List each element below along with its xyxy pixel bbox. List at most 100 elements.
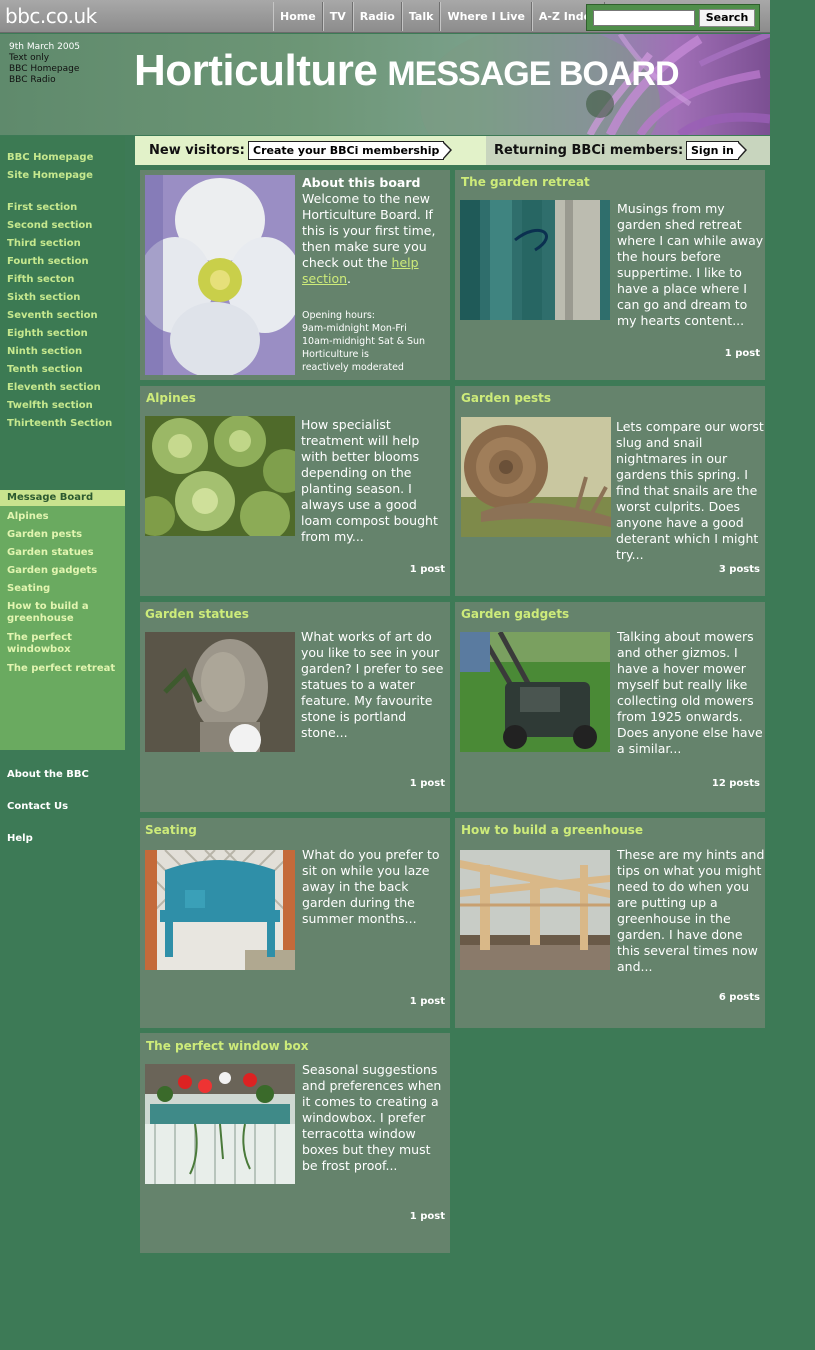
lnav-board-garden-gadgets[interactable]: Garden gadgets	[7, 565, 97, 577]
board-description: What do you prefer to sit on while you l…	[302, 847, 440, 926]
board-image-garden-gadgets	[460, 632, 610, 752]
hours-weekday: 9am-midnight Mon-Fri	[302, 323, 407, 334]
new-visitors-label: New visitors:	[149, 143, 245, 158]
bbc-homepage-link[interactable]: BBC Homepage	[9, 64, 79, 75]
board-title[interactable]: Garden gadgets	[461, 607, 569, 621]
board-image-window-box	[145, 1064, 295, 1184]
nav-tv[interactable]: TV	[322, 2, 353, 31]
nav-home[interactable]: Home	[273, 2, 323, 31]
board-card-alpines[interactable]: Alpines How specialist treatment will he…	[140, 386, 450, 596]
bench-picture	[145, 850, 295, 970]
lnav-section-13[interactable]: Thirteenth Section	[7, 418, 112, 429]
lnav-section-8[interactable]: Eighth section	[7, 328, 88, 339]
moderation-note-2: reactively moderated	[302, 362, 404, 373]
top-bar: bbc.co.uk Home TV Radio Talk Where I Liv…	[0, 0, 770, 33]
help-suffix: .	[347, 271, 352, 286]
board-card-seating[interactable]: Seating What do you prefer to sit on whi…	[140, 818, 450, 1028]
lnav-board-seating[interactable]: Seating	[7, 583, 50, 595]
windowbox-picture	[145, 1064, 295, 1184]
board-title[interactable]: Garden statues	[145, 607, 249, 621]
lnav-board-retreat[interactable]: The perfect retreat	[7, 663, 115, 675]
nav-where-i-live[interactable]: Where I Live	[440, 2, 532, 31]
board-card-window-box[interactable]: The perfect window box Seasonal suggesti…	[140, 1033, 450, 1253]
about-flower-image	[145, 175, 295, 375]
statue-picture	[145, 632, 295, 752]
board-title[interactable]: Garden pests	[461, 391, 551, 405]
moderation-note: Horticulture is	[302, 349, 370, 360]
lnav-bbc-homepage[interactable]: BBC Homepage	[7, 152, 93, 163]
board-title[interactable]: Alpines	[146, 391, 196, 405]
returning-members-panel: Returning BBCi members: Sign in	[486, 136, 770, 165]
lnav-section-12[interactable]: Twelfth section	[7, 400, 93, 411]
banner-date: 9th March 2005	[9, 42, 81, 52]
lnav-section-5[interactable]: Fifth secton	[7, 274, 74, 285]
lawnmower-picture	[460, 632, 610, 752]
create-membership-button[interactable]: Create your BBCi membership	[248, 141, 453, 160]
board-card-garden-retreat[interactable]: The garden retreat Musings from my garde…	[455, 170, 765, 380]
bbc-radio-link[interactable]: BBC Radio	[9, 75, 79, 86]
new-visitors-panel: New visitors: Create your BBCi membershi…	[135, 136, 486, 165]
post-count: 3 posts	[718, 564, 760, 575]
lnav-board-alpines[interactable]: Alpines	[7, 511, 49, 523]
lnav-section-1[interactable]: First section	[7, 202, 77, 213]
board-card-garden-gadgets[interactable]: Garden gadgets Talking about mowers and …	[455, 602, 765, 812]
footer-help-link[interactable]: Help	[7, 833, 33, 844]
nav-talk[interactable]: Talk	[401, 2, 441, 31]
lnav-board-garden-pests[interactable]: Garden pests	[7, 529, 82, 541]
post-count: 1 post	[409, 564, 445, 575]
board-description: Musings from my garden shed retreat wher…	[617, 201, 764, 328]
lnav-board-greenhouse[interactable]: How to build a greenhouse	[7, 601, 107, 625]
post-count: 1 post	[409, 778, 445, 789]
board-title[interactable]: The garden retreat	[461, 175, 590, 189]
title-horticulture: Horticulture	[134, 46, 378, 95]
shed-picture	[460, 200, 610, 320]
lnav-section-11[interactable]: Eleventh section	[7, 382, 101, 393]
hours-weekend: 10am-midnight Sat & Sun	[302, 336, 426, 347]
board-title[interactable]: How to build a greenhouse	[461, 823, 643, 837]
lnav-section-4[interactable]: Fourth section	[7, 256, 89, 267]
board-card-greenhouse[interactable]: How to build a greenhouse These are my h…	[455, 818, 765, 1028]
lnav-site-homepage[interactable]: Site Homepage	[7, 170, 93, 181]
lnav-section-6[interactable]: Sixth section	[7, 292, 80, 303]
board-description: These are my hints and tips on what you …	[617, 847, 765, 974]
search-box: Search	[586, 4, 760, 31]
board-image-seating	[145, 850, 295, 970]
text-only-link[interactable]: Text only	[9, 53, 79, 64]
snail-picture	[461, 417, 611, 537]
lnav-section-2[interactable]: Second section	[7, 220, 92, 231]
board-description: Seasonal suggestions and preferences whe…	[302, 1062, 442, 1173]
footer-contact-us-link[interactable]: Contact Us	[7, 801, 68, 812]
board-title[interactable]: The perfect window box	[146, 1039, 309, 1053]
board-description: How specialist treatment will help with …	[301, 417, 438, 544]
board-title[interactable]: Seating	[145, 823, 197, 837]
lnav-section-3[interactable]: Third section	[7, 238, 81, 249]
post-count: 1 post	[724, 348, 760, 359]
search-input[interactable]	[593, 10, 695, 26]
board-image-garden-statues	[145, 632, 295, 752]
board-image-garden-retreat	[460, 200, 610, 320]
post-count: 12 posts	[711, 778, 760, 789]
lnav-board-garden-statues[interactable]: Garden statues	[7, 547, 94, 559]
hours-heading: Opening hours:	[302, 310, 375, 321]
board-card-garden-pests[interactable]: Garden pests Lets compare our worst slug…	[455, 386, 765, 596]
bbc-logo[interactable]: bbc.co.uk	[5, 4, 97, 28]
nav-radio[interactable]: Radio	[352, 2, 402, 31]
sign-in-button[interactable]: Sign in	[686, 141, 747, 160]
search-button[interactable]: Search	[699, 9, 755, 27]
succulent-picture	[145, 416, 295, 536]
greenhouse-frame-picture	[460, 850, 610, 970]
lnav-section-7[interactable]: Seventh section	[7, 310, 98, 321]
footer-about-bbc-link[interactable]: About the BBC	[7, 769, 89, 780]
lnav-section-9[interactable]: Ninth section	[7, 346, 82, 357]
post-count: 1 post	[409, 996, 445, 1007]
lnav-board-windowbox[interactable]: The perfect windowbox	[7, 632, 87, 656]
left-navigation: BBC Homepage Site Homepage First section…	[0, 136, 125, 844]
about-board-title: About this board	[302, 175, 421, 190]
lnav-section-10[interactable]: Tenth section	[7, 364, 83, 375]
title-message-board: MESSAGE BOARD	[387, 55, 679, 93]
board-image-alpines	[145, 416, 295, 536]
lnav-message-board-heading[interactable]: Message Board	[0, 490, 125, 506]
board-card-garden-statues[interactable]: Garden statues What works of art do you …	[140, 602, 450, 812]
board-image-garden-pests	[461, 417, 611, 537]
post-count: 1 post	[409, 1211, 445, 1222]
